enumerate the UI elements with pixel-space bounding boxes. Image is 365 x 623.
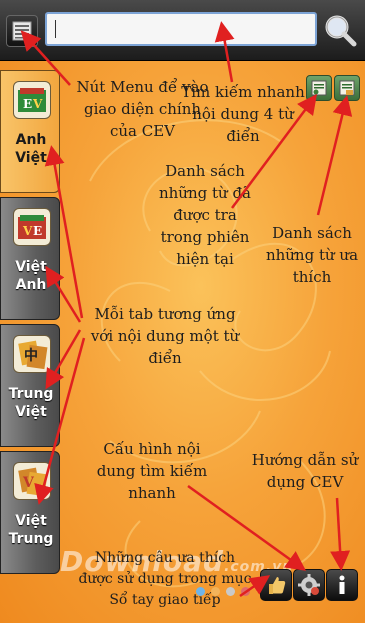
svg-text:E: E	[23, 97, 32, 111]
tab-label: Việt Anh	[15, 259, 47, 293]
cev-dictionary-screen: E V Anh Việt V E Việt Anh 中 Trung Việt V…	[0, 0, 365, 623]
help-button[interactable]	[326, 569, 358, 601]
annotation-help: Hướng dẫn sử dụng CEV	[251, 451, 359, 491]
favorites-list-button[interactable]	[334, 75, 360, 101]
phrasebook-button[interactable]	[260, 569, 292, 601]
search-input[interactable]	[47, 14, 315, 44]
magnifier-icon	[325, 15, 357, 47]
svg-text:V: V	[32, 97, 43, 111]
history-list-button[interactable]	[306, 75, 332, 101]
tab-viet-anh[interactable]: V E Việt Anh	[0, 197, 60, 320]
gear-icon	[298, 574, 320, 596]
text-caret	[55, 20, 56, 38]
page-dot	[241, 587, 250, 596]
svg-text:V: V	[22, 475, 35, 491]
svg-text:中: 中	[24, 347, 38, 364]
svg-text:E: E	[33, 224, 42, 238]
thumbs-up-icon	[269, 577, 286, 594]
tab-anh-viet[interactable]: E V Anh Việt	[0, 70, 60, 193]
top-bar	[0, 0, 365, 61]
tab-label: Anh Việt	[15, 132, 47, 166]
dictionary-tabs: E V Anh Việt V E Việt Anh 中 Trung Việt V…	[0, 70, 62, 580]
annotation-phrasebook: Những câu ưa thích được sử dụng trong mụ…	[78, 550, 252, 608]
page-dot	[211, 587, 220, 596]
page-dot	[196, 587, 205, 596]
annotation-history-list: Danh sách những từ đã được tra trong phi…	[158, 162, 251, 268]
annotation-search-config: Cấu hình nội dung tìm kiếm nhanh	[96, 440, 208, 502]
tab-label: Trung Việt	[8, 386, 54, 420]
info-icon	[339, 575, 345, 594]
tab-label: Việt Trung	[8, 513, 54, 547]
menu-list-icon	[12, 21, 32, 41]
dictionary-en-vi-icon: E V	[13, 81, 51, 119]
svg-text:V: V	[22, 224, 33, 238]
dictionary-zh-vi-icon: 中	[13, 335, 51, 373]
history-list-icon	[311, 80, 327, 96]
menu-button[interactable]	[6, 15, 38, 47]
search-box	[45, 12, 317, 46]
search-button[interactable]	[322, 12, 358, 48]
favorites-list-icon	[339, 80, 355, 96]
annotation-tabs: Mỗi tab tương ứng với nội dung một từ đi…	[90, 305, 240, 367]
page-dot	[226, 587, 235, 596]
dictionary-vi-zh-icon: V	[13, 462, 51, 500]
annotation-favorites-list: Danh sách những từ ưa thích	[265, 224, 359, 286]
annotation-quick-search: Tìm kiếm nhanh nội dung 4 từ điển	[181, 83, 305, 145]
tab-trung-viet[interactable]: 中 Trung Việt	[0, 324, 60, 447]
dictionary-vi-en-icon: V E	[13, 208, 51, 246]
search-settings-button[interactable]	[293, 569, 325, 601]
tab-viet-trung[interactable]: V Việt Trung	[0, 451, 60, 574]
